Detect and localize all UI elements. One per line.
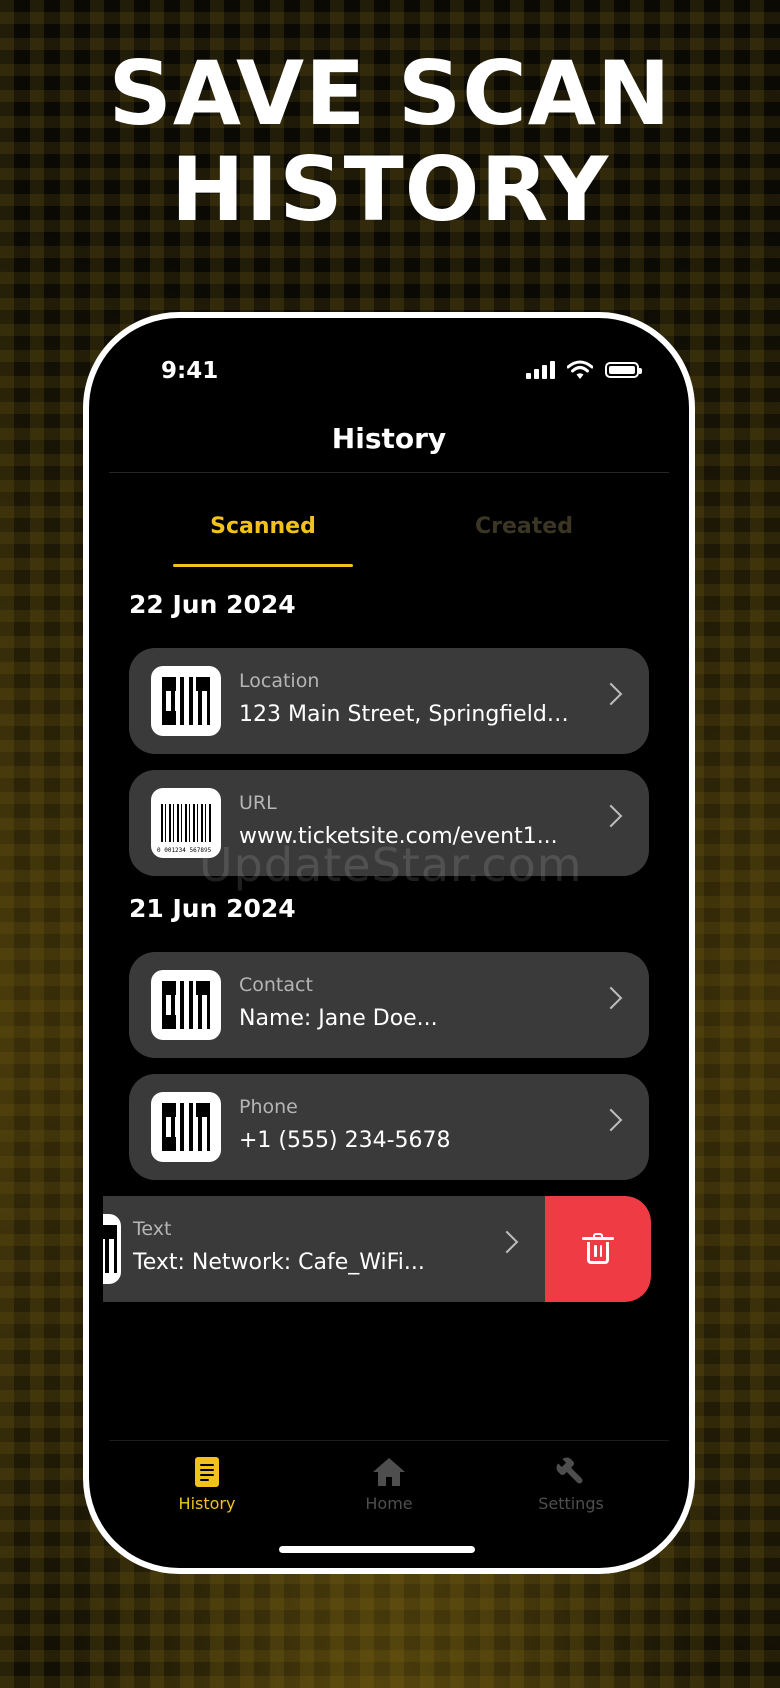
qr-code-icon (151, 666, 221, 736)
chevron-right-icon (599, 804, 623, 828)
tabbar-label: Settings (538, 1494, 604, 1513)
home-indicator[interactable] (279, 1546, 475, 1553)
item-type-label: URL (239, 792, 277, 814)
tabbar-item-home[interactable]: Home (319, 1454, 459, 1513)
tabbar-item-history[interactable]: History (137, 1454, 277, 1513)
item-type-label: Location (239, 670, 320, 692)
tabbar-divider (109, 1440, 669, 1441)
history-item-contact[interactable]: Contact Name: Jane Doe... (129, 952, 649, 1058)
tabbar-label: History (178, 1494, 236, 1513)
headline-line-1: SAVE SCAN (108, 42, 672, 145)
battery-icon (605, 362, 642, 378)
bottom-tab-bar: History Home Settings (89, 1454, 689, 1524)
item-type-label: Text (133, 1218, 172, 1240)
chevron-right-icon (599, 986, 623, 1010)
item-value: +1 (555) 234-5678 (239, 1128, 451, 1153)
cellular-signal-icon (526, 361, 555, 379)
item-value: 123 Main Street, Springfield,... (239, 702, 569, 727)
wrench-icon (550, 1451, 592, 1493)
headline-line-2: HISTORY (170, 138, 610, 241)
chevron-right-icon (599, 682, 623, 706)
history-item-location[interactable]: Location 123 Main Street, Springfield,..… (129, 648, 649, 754)
item-type-label: Phone (239, 1096, 298, 1118)
item-value: Name: Jane Doe... (239, 1006, 438, 1031)
tab-selected-indicator (173, 564, 353, 567)
history-tabs: Scanned Created (89, 514, 689, 567)
status-icons (526, 360, 642, 380)
qr-code-icon (151, 1092, 221, 1162)
status-time: 9:41 (161, 358, 219, 384)
delete-button[interactable] (545, 1196, 651, 1302)
home-icon (373, 1458, 405, 1486)
page-title: History (331, 422, 447, 455)
history-item-text[interactable]: Text Text: Network: Cafe_WiFi... (103, 1196, 545, 1302)
trash-icon (582, 1233, 614, 1264)
qr-code-icon (103, 1214, 121, 1284)
wifi-icon (567, 360, 593, 379)
tab-created[interactable]: Created (434, 514, 614, 539)
section-date: 22 Jun 2024 (129, 590, 296, 619)
history-item-text-swiped[interactable]: Text Text: Network: Cafe_WiFi... (103, 1196, 651, 1302)
item-type-label: Contact (239, 974, 313, 996)
item-value: Text: Network: Cafe_WiFi... (133, 1250, 425, 1275)
chevron-right-icon (599, 1108, 623, 1132)
tabbar-item-settings[interactable]: Settings (501, 1454, 641, 1513)
phone-frame: 9:41 History Scanned Created 22 Jun 2024… (83, 312, 695, 1574)
qr-code-icon (151, 970, 221, 1040)
section-date: 21 Jun 2024 (129, 894, 296, 923)
tabbar-label: Home (365, 1494, 413, 1513)
header-divider (109, 472, 669, 473)
watermark: UpdateStar.com (199, 838, 583, 892)
promo-headline: SAVE SCAN HISTORY (0, 46, 780, 238)
history-item-phone[interactable]: Phone +1 (555) 234-5678 (129, 1074, 649, 1180)
chevron-right-icon (495, 1230, 519, 1254)
tab-scanned[interactable]: Scanned (173, 514, 353, 539)
document-icon (195, 1457, 219, 1487)
